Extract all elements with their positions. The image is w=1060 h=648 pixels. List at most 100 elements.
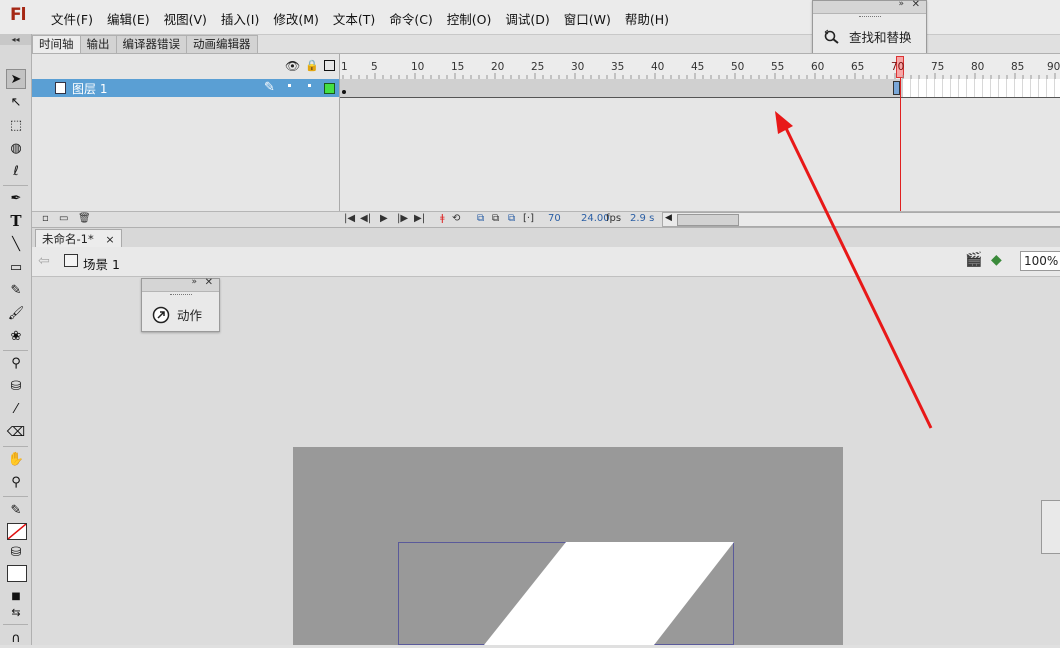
- document-tab-bar: 未命名-1* ×: [32, 227, 1060, 248]
- paint-bucket-tool-icon[interactable]: ⛁: [6, 376, 26, 396]
- edit-scene-icon[interactable]: 🎬: [965, 252, 982, 268]
- step-forward-icon[interactable]: |▶: [397, 213, 408, 224]
- frame-ruler[interactable]: 1 5 10 15 20 25 30 35 40 45 50 55 60 65 …: [340, 54, 1060, 80]
- new-folder-icon[interactable]: ▭: [59, 213, 68, 224]
- current-frame[interactable]: 70: [548, 213, 561, 224]
- edit-multiple-frames-icon[interactable]: ⧉: [508, 213, 515, 224]
- menu-insert[interactable]: 插入(I): [214, 9, 266, 28]
- close-icon[interactable]: ✕: [912, 0, 920, 10]
- menu-edit[interactable]: 编辑(E): [100, 9, 157, 28]
- 3d-rotation-tool-icon[interactable]: ◍: [6, 138, 26, 158]
- rectangle-tool-icon[interactable]: ▭: [6, 257, 26, 277]
- frames-area[interactable]: 1 5 10 15 20 25 30 35 40 45 50 55 60 65 …: [340, 54, 1060, 226]
- show-hide-eye-icon[interactable]: 👁: [285, 59, 300, 73]
- close-icon[interactable]: ✕: [205, 277, 213, 288]
- eraser-tool-icon[interactable]: ⌫: [6, 422, 26, 442]
- delete-icon[interactable]: 🗑: [78, 213, 91, 224]
- layers-column: 👁 🔒 图层 1 ✎: [32, 54, 340, 226]
- menu-window[interactable]: 窗口(W): [557, 9, 618, 28]
- onion-outline-icon[interactable]: ⧉: [492, 213, 499, 224]
- end-frame[interactable]: [893, 81, 900, 95]
- layer-name[interactable]: 图层 1: [72, 80, 107, 97]
- document-tab[interactable]: 未命名-1* ×: [35, 229, 122, 248]
- menu-modify[interactable]: 修改(M): [266, 9, 326, 28]
- scrollbar-thumb[interactable]: [677, 214, 739, 226]
- actions-icon: [152, 306, 170, 323]
- expand-icon[interactable]: »: [898, 0, 904, 9]
- play-icon[interactable]: ▶: [380, 213, 388, 224]
- pencil-tool-icon[interactable]: ✎: [6, 280, 26, 300]
- menu-view[interactable]: 视图(V): [157, 9, 214, 28]
- unlocked-dot-icon[interactable]: [308, 84, 311, 87]
- subselection-tool-icon[interactable]: ↖: [6, 92, 26, 112]
- expand-icon[interactable]: »: [191, 277, 197, 287]
- tab-output[interactable]: 输出: [79, 35, 117, 53]
- collapsed-panel-stub[interactable]: [1041, 500, 1060, 554]
- visible-dot-icon[interactable]: [288, 84, 291, 87]
- modify-markers-icon[interactable]: [·]: [523, 213, 534, 224]
- edit-symbols-icon[interactable]: ◆: [991, 252, 1002, 268]
- first-frame-icon[interactable]: |◀: [344, 213, 355, 224]
- panel-header[interactable]: » ✕: [142, 277, 219, 292]
- panel-grip[interactable]: [858, 16, 881, 23]
- layer-frame-strip[interactable]: [340, 79, 1060, 98]
- brush-tool-icon[interactable]: 🖌: [6, 303, 26, 323]
- menu-file[interactable]: 文件(F): [44, 9, 100, 28]
- actions-button[interactable]: 动作: [152, 305, 202, 324]
- layer-row[interactable]: 图层 1 ✎: [32, 79, 339, 97]
- white-parallelogram-shape[interactable]: [398, 542, 734, 645]
- menu-text[interactable]: 文本(T): [326, 9, 382, 28]
- scroll-left-icon[interactable]: ◀: [665, 213, 672, 223]
- eyedropper-tool-icon[interactable]: ⁄: [6, 399, 26, 419]
- lasso-tool-icon[interactable]: ℓ: [6, 161, 26, 181]
- outline-icon[interactable]: [324, 60, 335, 71]
- deco-tool-icon[interactable]: ❀: [6, 326, 26, 346]
- actions-panel: » ✕ 动作: [141, 277, 220, 332]
- lock-icon[interactable]: 🔒: [305, 59, 319, 72]
- find-replace-icon: [824, 29, 839, 44]
- menu-commands[interactable]: 命令(C): [382, 9, 439, 28]
- step-back-icon[interactable]: ◀|: [360, 213, 371, 224]
- panel-header[interactable]: » ✕: [813, 0, 926, 14]
- stage[interactable]: [293, 447, 843, 645]
- menu-debug[interactable]: 调试(D): [498, 9, 556, 28]
- tab-compiler-errors[interactable]: 编译器错误: [115, 35, 187, 53]
- loop-icon[interactable]: ⟲: [452, 213, 460, 224]
- tab-timeline[interactable]: 时间轴: [32, 35, 81, 54]
- snap-magnet-icon[interactable]: ∩: [6, 628, 26, 648]
- zoom-input[interactable]: 100%: [1020, 251, 1060, 271]
- last-frame-icon[interactable]: ▶|: [414, 213, 425, 224]
- stage-workspace[interactable]: [32, 277, 1060, 645]
- back-arrow-icon[interactable]: ⇦: [38, 253, 50, 269]
- fill-color-swatch[interactable]: [7, 565, 27, 582]
- line-tool-icon[interactable]: ╲: [6, 234, 26, 254]
- bone-tool-icon[interactable]: ⚲: [6, 353, 26, 373]
- tools-panel: ◂◂ ➤ ↖ ⬚ ◍ ℓ ✒ T ╲ ▭ ✎ 🖌 ❀ ⚲ ⛁ ⁄ ⌫ ✋ ⚲ ✎…: [0, 34, 32, 648]
- free-transform-tool-icon[interactable]: ⬚: [6, 115, 26, 135]
- empty-frames[interactable]: [903, 79, 1060, 97]
- swap-colors-icon[interactable]: ⇆: [6, 602, 26, 622]
- close-tab-icon[interactable]: ×: [105, 233, 114, 246]
- scene-label[interactable]: 场景 1: [83, 254, 120, 273]
- horizontal-scrollbar[interactable]: ◀: [662, 212, 1060, 227]
- find-replace-button[interactable]: 查找和替换: [823, 27, 912, 46]
- menu-help[interactable]: 帮助(H): [618, 9, 676, 28]
- onion-skin-icon[interactable]: ⧉: [477, 213, 484, 224]
- stroke-color-swatch[interactable]: [7, 523, 27, 540]
- new-layer-icon[interactable]: ▫: [42, 213, 49, 224]
- text-tool-icon[interactable]: T: [6, 211, 26, 231]
- pen-tool-icon[interactable]: ✒: [6, 188, 26, 208]
- layer-color-swatch[interactable]: [324, 83, 335, 94]
- selection-tool-icon[interactable]: ➤: [6, 69, 26, 89]
- selection-bounding-box[interactable]: [398, 542, 734, 645]
- tab-motion-editor[interactable]: 动画编辑器: [186, 35, 258, 53]
- panel-grip[interactable]: [169, 294, 192, 301]
- center-frame-icon[interactable]: ǂ: [440, 213, 445, 224]
- ruler-ticks: [342, 73, 1056, 79]
- zoom-tool-icon[interactable]: ⚲: [6, 472, 26, 492]
- hand-tool-icon[interactable]: ✋: [6, 449, 26, 469]
- menu-control[interactable]: 控制(O): [440, 9, 499, 28]
- menu-list: 文件(F) 编辑(E) 视图(V) 插入(I) 修改(M) 文本(T) 命令(C…: [44, 9, 676, 28]
- collapse-icon[interactable]: ◂◂: [0, 34, 31, 45]
- keyframe-dot[interactable]: [342, 90, 346, 94]
